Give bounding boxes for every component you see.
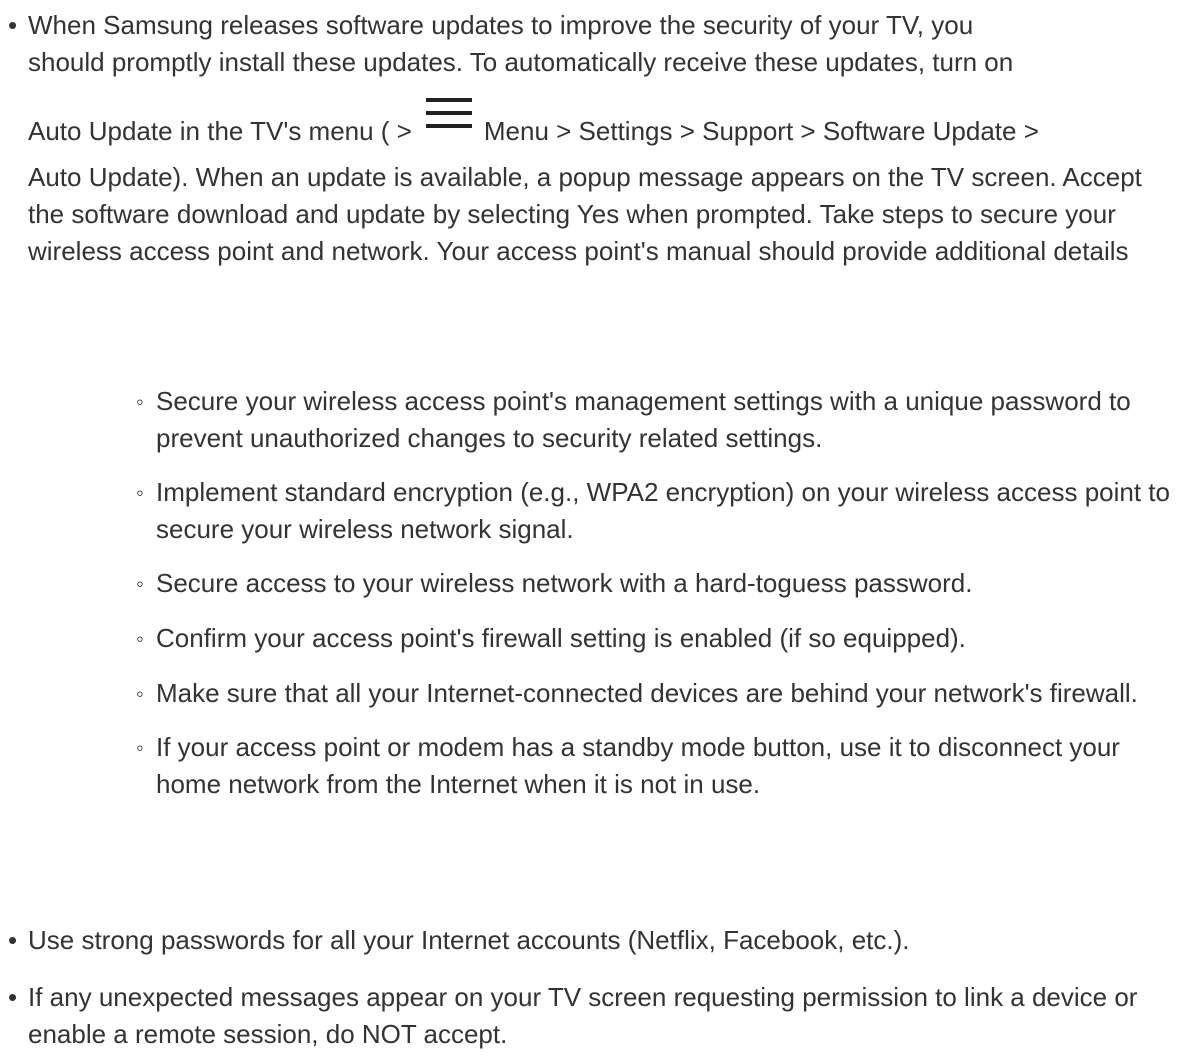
sub-list-item: ◦ Confirm your access point's firewall s… xyxy=(136,620,1186,657)
sub-list-item: ◦ Secure access to your wireless network… xyxy=(136,565,1186,602)
sub-item-text: If your access point or modem has a stan… xyxy=(156,732,1120,799)
menu-path-suffix: Menu > Settings > Support > Software Upd… xyxy=(483,116,1039,146)
paragraph-text: Auto Update). When an update is availabl… xyxy=(28,162,1142,266)
sub-bullet-marker: ◦ xyxy=(136,571,144,596)
list-item-unexpected-messages: • If any unexpected messages appear on y… xyxy=(0,979,1195,1053)
bullet-marker: • xyxy=(8,982,18,1012)
sub-item-text: Secure access to your wireless network w… xyxy=(156,568,973,598)
sub-item-text: Implement standard encryption (e.g., WPA… xyxy=(156,477,1170,544)
list-item-software-updates: • When Samsung releases software updates… xyxy=(0,7,1195,270)
paragraph-line: should promptly install these updates. T… xyxy=(28,47,1014,77)
bullet-marker: • xyxy=(8,925,18,955)
menu-hamburger-icon xyxy=(425,98,472,128)
sub-list-item: ◦ Make sure that all your Internet-conne… xyxy=(136,675,1186,712)
menu-path-prefix: Auto Update in the TV's menu ( > xyxy=(28,116,412,146)
sub-item-text: Make sure that all your Internet-connect… xyxy=(156,678,1138,708)
sub-item-text: Confirm your access point's firewall set… xyxy=(156,623,966,653)
sub-list-item: ◦ If your access point or modem has a st… xyxy=(136,729,1186,803)
sub-bullet-marker: ◦ xyxy=(136,480,144,505)
sub-bullet-marker: ◦ xyxy=(136,735,144,760)
sub-bullet-marker: ◦ xyxy=(136,626,144,651)
list-item-strong-passwords: • Use strong passwords for all your Inte… xyxy=(0,922,1195,959)
sub-list-item: ◦ Implement standard encryption (e.g., W… xyxy=(136,474,1186,548)
sub-list-item: ◦ Secure your wireless access point's ma… xyxy=(136,383,1186,457)
list-item-text: Use strong passwords for all your Intern… xyxy=(28,925,910,955)
sub-bullet-marker: ◦ xyxy=(136,389,144,414)
paragraph-line: When Samsung releases software updates t… xyxy=(28,10,974,40)
sub-item-text: Secure your wireless access point's mana… xyxy=(156,386,1131,453)
sub-bullet-marker: ◦ xyxy=(136,681,144,706)
list-item-text: If any unexpected messages appear on you… xyxy=(28,982,1138,1049)
menu-path-line: Auto Update in the TV's menu ( > Menu > S… xyxy=(28,98,1195,150)
access-point-sub-list: ◦ Secure your wireless access point's ma… xyxy=(136,383,1186,820)
bullet-marker: • xyxy=(8,10,18,40)
